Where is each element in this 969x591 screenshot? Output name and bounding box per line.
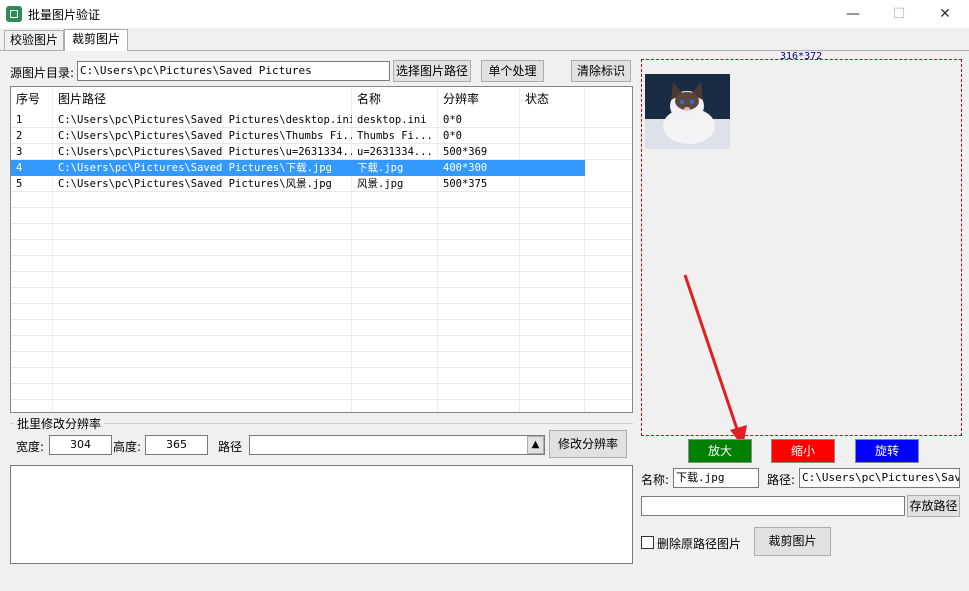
delete-original-checkbox[interactable] <box>641 536 654 549</box>
log-textarea[interactable] <box>10 465 633 564</box>
save-path-button[interactable]: 存放路径 <box>907 495 960 517</box>
height-label: 高度: <box>113 440 142 454</box>
column-header-path[interactable]: 图片路径 <box>53 87 352 111</box>
table-row[interactable]: 3 C:\Users\pc\Pictures\Saved Pictures\u=… <box>11 144 632 160</box>
zoom-in-button[interactable]: 放大 <box>688 439 752 463</box>
minimize-button[interactable]: — <box>830 0 876 28</box>
output-path-input[interactable]: C:\Users\pc\Pictures\Saved <box>799 468 960 488</box>
column-header-no[interactable]: 序号 <box>11 87 53 111</box>
width-label: 宽度: <box>16 440 45 454</box>
column-header-resolution[interactable]: 分辨率 <box>438 87 520 111</box>
zoom-out-button[interactable]: 缩小 <box>771 439 835 463</box>
clear-marks-button[interactable]: 清除标识 <box>571 60 631 82</box>
column-header-status[interactable]: 状态 <box>520 87 585 111</box>
table-row[interactable]: 1 C:\Users\pc\Pictures\Saved Pictures\de… <box>11 112 632 128</box>
output-path-label: 路径: <box>767 473 796 487</box>
tab-divider <box>0 50 969 51</box>
table-row[interactable]: 5 C:\Users\pc\Pictures\Saved Pictures\风景… <box>11 176 632 192</box>
table-row-selected[interactable]: 4 C:\Users\pc\Pictures\Saved Pictures\下载… <box>11 160 585 176</box>
source-dir-input[interactable]: C:\Users\pc\Pictures\Saved Pictures <box>77 61 390 81</box>
rotate-button[interactable]: 旋转 <box>855 439 919 463</box>
choose-path-button[interactable]: 选择图片路径 <box>393 60 471 82</box>
change-resolution-button[interactable]: 修改分辨率 <box>549 430 627 458</box>
width-input[interactable]: 304 <box>49 435 112 455</box>
batch-resize-legend: 批里修改分辨率 <box>14 415 105 432</box>
title-bar <box>0 0 969 28</box>
table-row[interactable]: 2 C:\Users\pc\Pictures\Saved Pictures\Th… <box>11 128 632 144</box>
preview-image <box>645 74 730 149</box>
image-table[interactable]: 序号 图片路径 名称 分辨率 状态 1 C:\Users\pc\Pictures… <box>10 86 633 413</box>
column-header-name[interactable]: 名称 <box>352 87 438 111</box>
maximize-button[interactable]: ☐ <box>876 0 922 28</box>
app-icon <box>6 6 22 22</box>
source-dir-label: 源图片目录: <box>10 66 75 80</box>
tab-crop[interactable]: 裁剪图片 <box>64 29 128 51</box>
window-title: 批量图片验证 <box>28 8 101 22</box>
name-label: 名称: <box>641 473 670 487</box>
delete-original-label: 删除原路径图片 <box>657 537 742 551</box>
batch-path-input[interactable] <box>249 435 545 455</box>
tab-verify[interactable]: 校验图片 <box>4 30 64 50</box>
height-input[interactable]: 365 <box>145 435 208 455</box>
browse-path-icon[interactable]: ▲ <box>527 436 544 454</box>
crop-image-button[interactable]: 裁剪图片 <box>754 527 831 556</box>
single-process-button[interactable]: 单个处理 <box>481 60 544 82</box>
red-arrow-annotation <box>683 274 747 447</box>
close-button[interactable]: ✕ <box>922 0 968 28</box>
path-label: 路径 <box>218 440 243 454</box>
name-input[interactable]: 下载.jpg <box>673 468 759 488</box>
save-path-input[interactable] <box>641 496 905 516</box>
